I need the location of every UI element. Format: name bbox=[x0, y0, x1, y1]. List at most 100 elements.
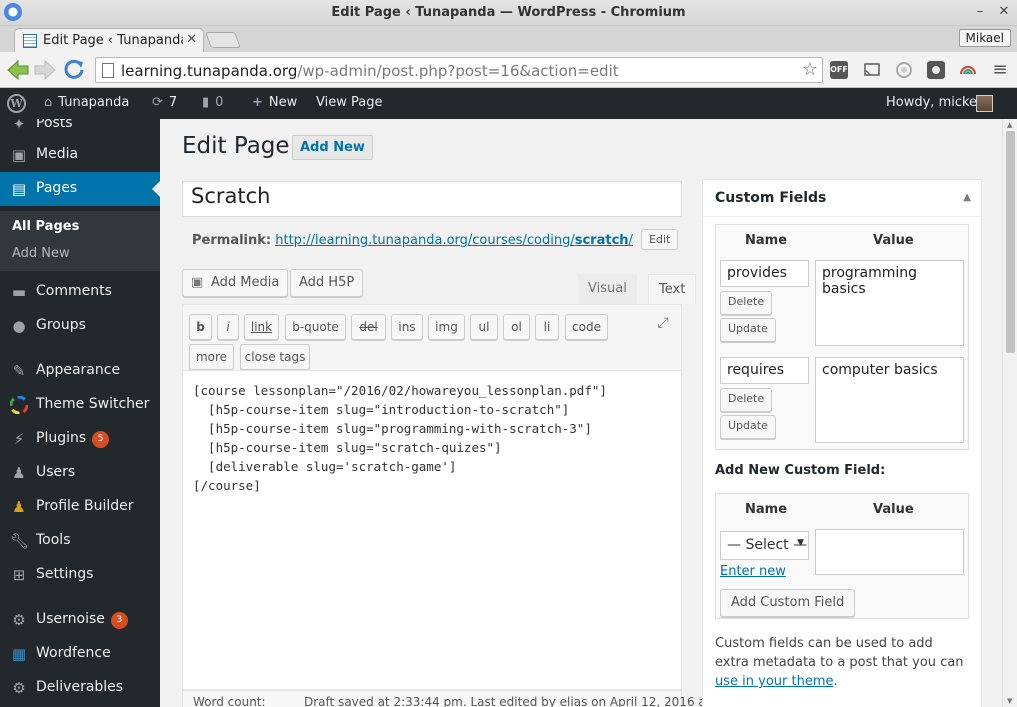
add-custom-field-button[interactable]: Add Custom Field bbox=[720, 589, 856, 617]
scrollbar-thumb[interactable] bbox=[1006, 131, 1015, 353]
scroll-up-icon[interactable]: ▲ bbox=[1007, 121, 1012, 129]
qt-blockquote-button[interactable]: b-quote bbox=[285, 314, 346, 340]
paintbrush-icon: ✎ bbox=[12, 362, 26, 380]
qt-close-tags-button[interactable]: close tags bbox=[240, 344, 310, 370]
add-media-button[interactable]: ▣ Add Media bbox=[182, 269, 289, 297]
comments-link[interactable]: ▮ 0 bbox=[202, 95, 223, 110]
avatar[interactable] bbox=[976, 95, 993, 112]
qt-ins-button[interactable]: ins bbox=[391, 314, 423, 340]
submenu-add-new[interactable]: Add New bbox=[12, 246, 70, 261]
wordfence-icon: ▦ bbox=[11, 645, 27, 663]
sidebar-item-groups[interactable]: ● Groups bbox=[0, 309, 160, 343]
qt-more-button[interactable]: more bbox=[189, 344, 234, 370]
off-icon[interactable]: OFF bbox=[830, 61, 848, 79]
forward-icon[interactable] bbox=[33, 58, 57, 82]
sidebar-item-theme-switcher[interactable]: Theme Switcher bbox=[0, 388, 160, 422]
content-textarea[interactable]: [course lessonplan="/2016/02/howareyou_l… bbox=[182, 370, 682, 690]
wrench-icon: 🔧︎ bbox=[10, 532, 30, 550]
settings-icon: ⊞ bbox=[12, 566, 26, 584]
delete-field-button[interactable]: Delete bbox=[720, 291, 773, 315]
wordpress-logo-icon[interactable]: W bbox=[7, 94, 26, 113]
rainbow-icon[interactable] bbox=[959, 61, 977, 79]
cast-icon[interactable] bbox=[863, 61, 881, 79]
page-scrollbar[interactable]: ▲ ▼ bbox=[1002, 119, 1017, 707]
permalink-row: Permalink: http://learning.tunapanda.org… bbox=[192, 229, 679, 250]
sidebar-item-deliverables[interactable]: ⚙ Deliverables bbox=[0, 671, 160, 705]
post-title-input[interactable]: Scratch bbox=[182, 181, 682, 217]
new-content-link[interactable]: + New bbox=[252, 95, 297, 110]
pages-submenu: All Pages Add New bbox=[0, 211, 160, 271]
sidebar-item-appearance[interactable]: ✎ Appearance bbox=[0, 354, 160, 388]
sidebar-item-plugins[interactable]: ⚡ Plugins 5 bbox=[0, 422, 160, 456]
camera-icon[interactable] bbox=[927, 61, 945, 79]
scroll-down-icon[interactable]: ▼ bbox=[1007, 697, 1012, 705]
address-bar[interactable]: learning.tunapanda.org/wp-admin/post.php… bbox=[95, 57, 823, 83]
value-column-header: Value bbox=[873, 502, 914, 517]
sidebar-item-media[interactable]: ▣ Media bbox=[0, 138, 160, 172]
custom-field-name-input[interactable]: requires bbox=[720, 357, 809, 384]
qt-ul-button[interactable]: ul bbox=[470, 314, 498, 340]
qt-italic-button[interactable]: i bbox=[217, 314, 239, 340]
minimize-button[interactable]: – bbox=[971, 3, 989, 21]
sidebar-item-profile-builder[interactable]: ♟ Profile Builder bbox=[0, 490, 160, 524]
update-field-button[interactable]: Update bbox=[720, 415, 776, 439]
tab-text[interactable]: Text bbox=[648, 274, 697, 304]
add-new-page-button[interactable]: Add New bbox=[292, 135, 373, 160]
use-in-theme-link[interactable]: use in your theme bbox=[715, 674, 834, 689]
sidebar-item-pages[interactable]: ▤ Pages bbox=[0, 172, 160, 206]
browser-toolbar: learning.tunapanda.org/wp-admin/post.php… bbox=[0, 52, 1017, 88]
qt-ol-button[interactable]: ol bbox=[503, 314, 530, 340]
site-name-link[interactable]: ⌂ Tunapanda bbox=[44, 95, 129, 110]
new-tab-button[interactable] bbox=[205, 32, 241, 48]
close-window-button[interactable]: ✕ bbox=[995, 3, 1013, 21]
page-favicon-icon bbox=[23, 34, 37, 48]
tab-title: Edit Page ‹ Tunapanda bbox=[43, 33, 183, 48]
qt-code-button[interactable]: code bbox=[565, 314, 608, 340]
close-tab-icon[interactable]: ✕ bbox=[186, 32, 197, 47]
pages-icon: ▤ bbox=[11, 180, 27, 198]
fullscreen-icon[interactable]: ⤢ bbox=[655, 315, 671, 331]
profile-button[interactable]: Mikael bbox=[958, 29, 1011, 47]
back-icon[interactable] bbox=[6, 58, 30, 82]
qt-link-button[interactable]: link bbox=[244, 314, 279, 340]
collapse-toggle-icon[interactable]: ▲ bbox=[963, 192, 971, 203]
tab-visual[interactable]: Visual bbox=[578, 274, 637, 304]
custom-field-value-input[interactable]: computer basics bbox=[815, 357, 964, 443]
new-custom-field-value-input[interactable] bbox=[815, 529, 964, 575]
enter-new-link[interactable]: Enter new bbox=[720, 564, 786, 579]
custom-field-key-select[interactable]: — Select — ▼ bbox=[720, 531, 809, 560]
comment-icon: ▬ bbox=[11, 283, 27, 301]
sidebar-item-comments[interactable]: ▬ Comments bbox=[0, 275, 160, 309]
editor-status-bar: Word count: Draft saved at 2:33:44 pm. L… bbox=[182, 690, 710, 707]
howdy-user[interactable]: Howdy, micke bbox=[886, 95, 977, 110]
reload-icon[interactable] bbox=[62, 58, 86, 82]
submenu-all-pages[interactable]: All Pages bbox=[12, 219, 79, 234]
view-page-link[interactable]: View Page bbox=[316, 95, 382, 110]
sidebar-item-settings[interactable]: ⊞ Settings bbox=[0, 558, 160, 592]
qt-img-button[interactable]: img bbox=[428, 314, 465, 340]
delete-field-button[interactable]: Delete bbox=[720, 388, 773, 412]
value-column-header: Value bbox=[873, 233, 914, 248]
update-field-button[interactable]: Update bbox=[720, 318, 776, 342]
name-column-header: Name bbox=[745, 502, 788, 517]
sidebar-item-usernoise[interactable]: ⚙ Usernoise 3 bbox=[0, 603, 160, 637]
sidebar-item-tools[interactable]: 🔧︎ Tools bbox=[0, 524, 160, 558]
qt-li-button[interactable]: li bbox=[535, 314, 559, 340]
media-icon: ▣ bbox=[191, 275, 204, 290]
sidebar-item-users[interactable]: ♟ Users bbox=[0, 456, 160, 490]
permalink-link[interactable]: http://learning.tunapanda.org/courses/co… bbox=[275, 233, 633, 248]
qt-bold-button[interactable]: b bbox=[189, 314, 212, 340]
bookmark-star-icon[interactable]: ☆ bbox=[802, 59, 818, 80]
sidebar-item-wordfence[interactable]: ▦ Wordfence bbox=[0, 637, 160, 671]
tab-strip: Edit Page ‹ Tunapanda ✕ Mikael bbox=[0, 26, 1017, 52]
permalink-edit-button[interactable]: Edit bbox=[641, 229, 679, 250]
custom-field-value-input[interactable]: programming basics bbox=[815, 260, 964, 346]
new-custom-field-table: Name Value — Select — ▼ Enter new Add Cus… bbox=[715, 493, 969, 619]
browser-tab[interactable]: Edit Page ‹ Tunapanda ✕ bbox=[14, 28, 204, 52]
sync-icon[interactable] bbox=[895, 61, 913, 79]
add-h5p-button[interactable]: Add H5P bbox=[290, 269, 364, 297]
updates-link[interactable]: ⟳ 7 bbox=[152, 95, 177, 110]
menu-icon[interactable]: ≡ bbox=[991, 61, 1009, 79]
custom-field-name-input[interactable]: provides bbox=[720, 260, 809, 287]
qt-del-button[interactable]: del bbox=[351, 314, 386, 340]
